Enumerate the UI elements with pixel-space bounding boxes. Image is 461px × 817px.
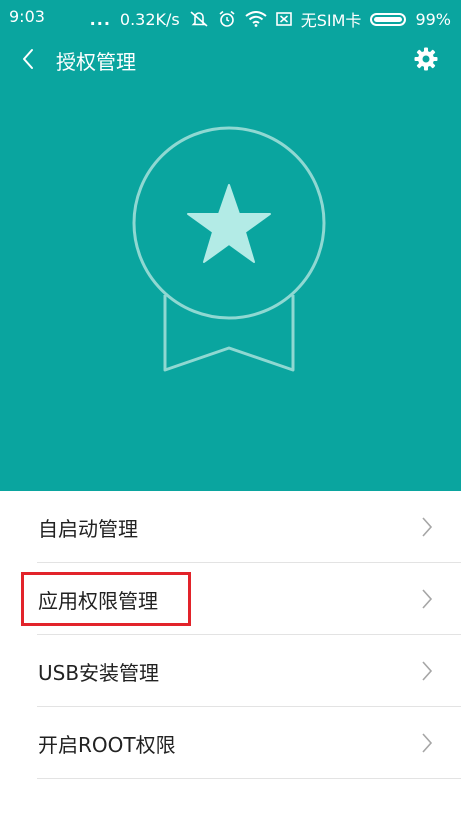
menu-item-autostart[interactable]: 自启动管理 bbox=[37, 491, 461, 563]
hero-banner: 9:03 ... 0.32K/s 无SIM卡 99% 授权管理 bbox=[0, 0, 461, 491]
chevron-right-icon bbox=[422, 589, 433, 609]
menu-item-app-permissions[interactable]: 应用权限管理 bbox=[37, 563, 461, 635]
menu-item-root[interactable]: 开启ROOT权限 bbox=[37, 707, 461, 779]
chevron-right-icon bbox=[422, 517, 433, 537]
chevron-right-icon bbox=[422, 733, 433, 753]
menu-item-label: 开启ROOT权限 bbox=[38, 733, 176, 757]
chevron-right-icon bbox=[422, 661, 433, 681]
menu-item-label: 应用权限管理 bbox=[38, 589, 158, 613]
medal-star-icon bbox=[132, 126, 326, 372]
menu-item-label: USB安装管理 bbox=[38, 661, 160, 685]
menu-list: 自启动管理 应用权限管理 USB安装管理 开启ROOT权限 bbox=[0, 491, 461, 779]
menu-item-label: 自启动管理 bbox=[38, 517, 138, 541]
menu-item-usb-install[interactable]: USB安装管理 bbox=[37, 635, 461, 707]
